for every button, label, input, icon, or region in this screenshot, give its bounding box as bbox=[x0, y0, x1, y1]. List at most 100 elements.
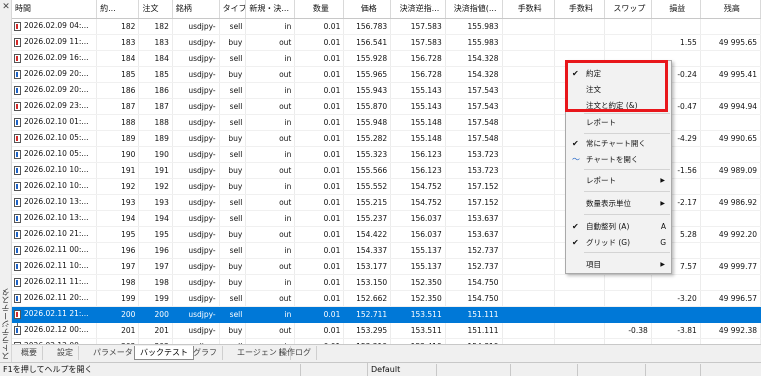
tab-item[interactable]: 操作ログ bbox=[274, 346, 317, 360]
cell-deal: 184 bbox=[96, 50, 140, 67]
column-header[interactable]: 損益 bbox=[651, 0, 701, 19]
menu-item[interactable]: 〜チャートを開く bbox=[566, 152, 671, 168]
menu-item[interactable]: ✔ 自動整列 (A) A bbox=[566, 219, 671, 235]
table-row[interactable]: 2026.02.12 00:... 201 201 usdjpy-buy out 0.01… bbox=[12, 322, 761, 339]
cell-type: sell bbox=[219, 98, 247, 115]
submenu-arrow-icon: ▶ bbox=[660, 261, 665, 268]
column-header[interactable]: 約... bbox=[96, 0, 140, 19]
buy-deal-icon bbox=[14, 69, 21, 79]
cell-price: 153.177 bbox=[343, 258, 392, 275]
menu-item[interactable]: 項目 ▶ bbox=[566, 257, 671, 273]
column-header[interactable]: 手数料 bbox=[554, 0, 605, 19]
cell-sl: 157.583 bbox=[390, 34, 446, 51]
cell-sl: 156.123 bbox=[390, 162, 446, 179]
cell-type: sell bbox=[219, 82, 247, 99]
column-header[interactable]: 残高 bbox=[700, 0, 761, 19]
cell-profit: -3.81 bbox=[651, 322, 701, 339]
cell-tp: 157.152 bbox=[445, 178, 503, 195]
column-header[interactable]: 価格 bbox=[343, 0, 392, 19]
cell-order: 192 bbox=[138, 178, 173, 195]
cell-time: 2026.02.09 16:... bbox=[12, 50, 98, 67]
tab-item[interactable]: 設定 bbox=[52, 346, 79, 360]
menu-separator bbox=[584, 191, 670, 192]
menu-separator bbox=[584, 133, 670, 134]
column-header[interactable]: 数量 bbox=[294, 0, 345, 19]
cell-profit bbox=[651, 18, 701, 35]
table-row[interactable]: 2026.02.09 11:... 183 183 usdjpy-buy out 0.01… bbox=[12, 34, 761, 51]
cell-tp: 153.723 bbox=[445, 146, 503, 163]
column-header[interactable]: 銘柄 bbox=[172, 0, 220, 19]
cell-symbol: usdjpy- bbox=[172, 290, 220, 307]
cell-swap bbox=[604, 290, 652, 307]
column-header[interactable]: 決済逆指... bbox=[390, 0, 446, 19]
cell-type: sell bbox=[219, 290, 247, 307]
cell-vol: 0.01 bbox=[294, 50, 345, 67]
cell-balance bbox=[700, 50, 761, 67]
table-row[interactable]: 2026.02.11 21:... 200 200 usdjpy-sell in 0.01… bbox=[12, 306, 761, 323]
cell-type: sell bbox=[219, 146, 247, 163]
cell-time: 2026.02.09 04:... bbox=[12, 18, 98, 35]
column-header[interactable]: 新規・決... bbox=[245, 0, 296, 19]
cell-tp: 155.983 bbox=[445, 18, 503, 35]
cell-tp: 157.152 bbox=[445, 194, 503, 211]
cell-sl: 156.728 bbox=[390, 50, 446, 67]
cell-price: 155.323 bbox=[343, 146, 392, 163]
menu-item[interactable]: ✔ グリッド (G) G bbox=[566, 235, 671, 251]
cell-symbol: usdjpy- bbox=[172, 274, 220, 291]
column-header[interactable]: 注文 bbox=[138, 0, 173, 19]
cell-type: buy bbox=[219, 322, 247, 339]
cell-tp: 153.637 bbox=[445, 226, 503, 243]
cell-swap: -0.38 bbox=[604, 322, 652, 339]
cell-fee2 bbox=[554, 290, 605, 307]
status-bar: F1を押してヘルプを開く Default bbox=[0, 362, 761, 376]
cell-deal: 183 bbox=[96, 34, 140, 51]
tab-item[interactable]: パラメータ bbox=[88, 346, 139, 360]
cell-type: buy bbox=[219, 162, 247, 179]
cell-type: buy bbox=[219, 66, 247, 83]
menu-item[interactable]: ✔ 常にチャート開く bbox=[566, 136, 671, 152]
cell-vol: 0.01 bbox=[294, 98, 345, 115]
cell-price: 154.422 bbox=[343, 226, 392, 243]
cell-swap bbox=[604, 34, 652, 51]
cell-order: 187 bbox=[138, 98, 173, 115]
cell-sl: 155.137 bbox=[390, 258, 446, 275]
tab-item[interactable]: 概要 bbox=[16, 346, 43, 360]
status-help-text: F1を押してヘルプを開く bbox=[3, 365, 93, 374]
cell-fee1 bbox=[502, 306, 555, 323]
tab-item[interactable]: グラフ bbox=[188, 346, 223, 360]
cell-fee1 bbox=[502, 66, 555, 83]
chart-icon: 〜 bbox=[572, 155, 580, 164]
column-header[interactable]: タイプ bbox=[219, 0, 247, 19]
cell-vol: 0.01 bbox=[294, 162, 345, 179]
table-row[interactable]: 2026.02.11 11:... 198 198 usdjpy-buy in 0.01 1… bbox=[12, 274, 761, 291]
close-icon[interactable]: ✕ bbox=[1, 2, 11, 12]
cell-tp: 153.723 bbox=[445, 162, 503, 179]
table-header: 時間 約... 注文 銘柄 タイプ 新規・決... 数量 価格 決済逆指... 決済指値(... 手… bbox=[12, 0, 761, 19]
menu-item[interactable]: レポート ▶ bbox=[566, 173, 671, 189]
column-header[interactable]: 決済指値(... bbox=[445, 0, 503, 19]
menu-item[interactable]: 数量表示単位 ▶ bbox=[566, 196, 671, 212]
cell-fee1 bbox=[502, 18, 555, 35]
cell-deal: 186 bbox=[96, 82, 140, 99]
cell-type: sell bbox=[219, 306, 247, 323]
cell-order: 190 bbox=[138, 146, 173, 163]
cell-fee2 bbox=[554, 306, 605, 323]
cell-sl: 155.137 bbox=[390, 242, 446, 259]
cell-price: 153.150 bbox=[343, 274, 392, 291]
cell-profit bbox=[651, 306, 701, 323]
cell-type: buy bbox=[219, 130, 247, 147]
buy-deal-icon bbox=[14, 149, 21, 159]
cell-type: buy bbox=[219, 274, 247, 291]
cell-fee1 bbox=[502, 258, 555, 275]
tab-item[interactable]: バックテスト bbox=[134, 346, 194, 360]
column-header[interactable]: 手数料 bbox=[502, 0, 555, 19]
table-row[interactable]: 2026.02.09 04:... 182 182 usdjpy-sell in 0.01… bbox=[12, 18, 761, 35]
buy-deal-icon bbox=[14, 213, 21, 223]
cell-sl: 155.143 bbox=[390, 98, 446, 115]
column-header[interactable]: スワップ bbox=[604, 0, 652, 19]
column-header[interactable]: 時間 bbox=[12, 0, 98, 19]
table-row[interactable]: 2026.02.11 20:... 199 199 usdjpy-sell out 0.0… bbox=[12, 290, 761, 307]
check-icon: ✔ bbox=[572, 139, 579, 148]
cell-swap bbox=[604, 18, 652, 35]
menu-item[interactable]: レポート bbox=[566, 115, 671, 131]
